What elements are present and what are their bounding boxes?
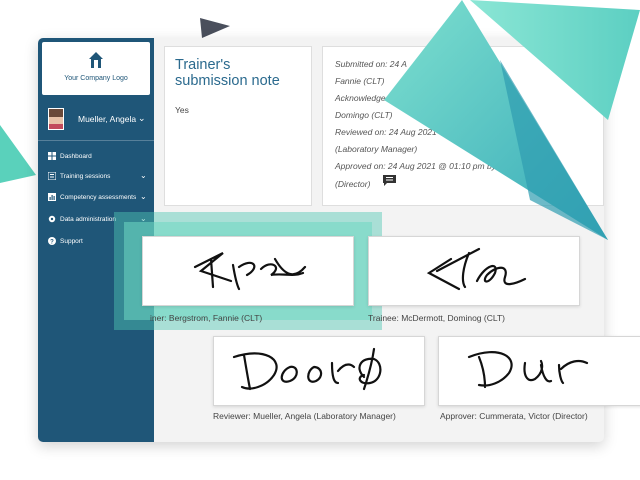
trainee-signature (368, 236, 580, 306)
sidebar-item-label: Dashboard (60, 153, 92, 160)
reviewer-signature-label: Reviewer: Mueller, Angela (Laboratory Ma… (213, 411, 396, 421)
chevron-down-icon: ⌄ (138, 113, 146, 123)
chart-icon (48, 193, 56, 201)
log-line: Domingo (CLT) (335, 110, 393, 120)
trainee-signature-label: Trainee: McDermott, Dominog (CLT) (368, 313, 505, 323)
signature-image (426, 247, 527, 291)
signature-image (467, 351, 589, 389)
svg-text:?: ? (50, 239, 54, 245)
log-line: Reviewed on: 24 Aug 2021 @ 01:07 pm by M… (335, 127, 525, 137)
dashboard-icon (48, 152, 56, 160)
decorative-teal-triangle-left (0, 125, 36, 183)
comment-icon[interactable] (383, 175, 396, 186)
note-body: Yes (175, 105, 189, 115)
divider (38, 140, 154, 141)
sidebar-item-dashboard[interactable]: Dashboard (48, 150, 152, 164)
chevron-down-icon: ⌄ (140, 171, 147, 180)
log-line: Fannie (CLT) (335, 76, 385, 86)
sidebar-item-label: Competency assessments (60, 194, 137, 201)
log-line: Submitted on: 24 A (335, 59, 407, 69)
avatar (48, 108, 64, 130)
audit-log-card: Submitted on: 24 A Fannie (CLT) Acknowle… (322, 46, 604, 206)
gear-icon (48, 215, 56, 223)
sidebar-item-competency-assessments[interactable]: Competency assessments ⌄ (48, 191, 152, 205)
sidebar-item-label: Data administration (60, 216, 116, 223)
logo-text: Your Company Logo (64, 75, 128, 82)
signature-image (193, 252, 307, 291)
log-line-text: Acknowledge (335, 93, 386, 103)
sidebar-item-label: Training sessions (60, 173, 111, 180)
chevron-down-icon: ⌄ (140, 192, 147, 201)
sidebar-item-training-sessions[interactable]: Training sessions ⌄ (48, 170, 152, 184)
house-icon (89, 52, 103, 68)
sidebar-item-label: Support (60, 238, 83, 245)
log-line: (Laboratory Manager) (335, 144, 418, 154)
log-line-fragment: Aug 2021 @ 12:59 pm b (387, 93, 480, 103)
help-icon: ? (48, 237, 56, 245)
log-line: Acknowledge Aug 2021 @ 12:59 pm b (335, 93, 480, 103)
submission-note-card: Trainer's submission note Yes (164, 46, 312, 206)
approver-signature-label: Approver: Cummerata, Victor (Director) (440, 411, 588, 421)
approver-signature (438, 336, 640, 406)
user-name: Mueller, Angela (78, 114, 137, 124)
decorative-dark-triangle (200, 18, 230, 38)
trainer-signature-label: iner: Bergstrom, Fannie (CLT) (150, 313, 263, 323)
log-line: Approved on: 24 Aug 2021 @ 01:10 pm by C… (335, 161, 546, 171)
company-logo[interactable]: Your Company Logo (42, 42, 150, 95)
signature-image (232, 347, 382, 391)
list-icon (48, 172, 56, 180)
user-menu[interactable]: Mueller, Angela ⌄ (38, 106, 154, 134)
note-title: Trainer's submission note (175, 57, 280, 89)
trainer-signature (142, 236, 354, 306)
log-line: (Director) (335, 179, 371, 189)
reviewer-signature (213, 336, 425, 406)
screenshot-stage: Your Company Logo Mueller, Angela ⌄ Dash… (0, 0, 640, 480)
